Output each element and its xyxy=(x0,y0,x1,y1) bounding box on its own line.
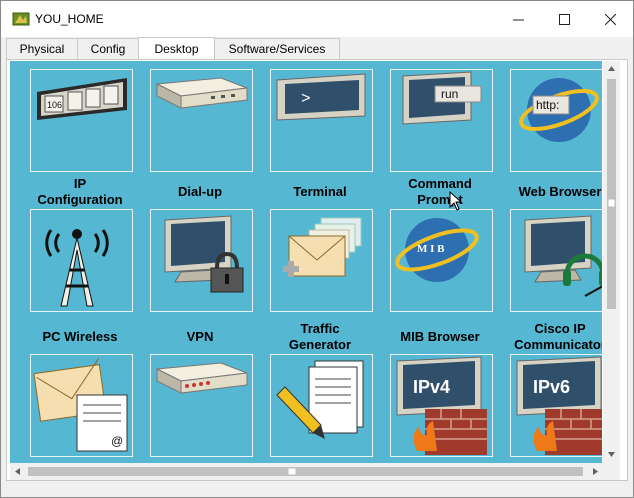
command-prompt-label: Command Prompt xyxy=(408,176,472,207)
cisco-ip-communicator-label: Cisco IP Communicator xyxy=(514,321,602,352)
modem-icon xyxy=(155,77,248,109)
tab-physical[interactable]: Physical xyxy=(6,38,78,59)
email-tile[interactable]: @ xyxy=(30,354,133,457)
horizontal-scroll-thumb xyxy=(28,467,583,476)
traffic-generator-tile[interactable] xyxy=(270,209,373,312)
firewall-ipv4-icon: IPv4 xyxy=(396,356,487,455)
desktop-area: 106 > run http: IP Configuration Dial-up… xyxy=(10,61,602,463)
vpn-icon xyxy=(164,215,244,293)
http-text: http: xyxy=(536,98,559,112)
scroll-up-arrow-icon xyxy=(608,66,615,71)
router-box-icon xyxy=(155,362,248,394)
pppoe-dialer-tile[interactable] xyxy=(150,354,253,457)
minimize-button[interactable] xyxy=(495,1,541,37)
terminal-prompt-text: > xyxy=(301,90,311,108)
terminal-label: Terminal xyxy=(293,184,347,199)
ip-configuration-label: IP Configuration xyxy=(37,176,123,207)
scroll-down-arrow-icon xyxy=(608,452,615,457)
tab-software-services[interactable]: Software/Services xyxy=(214,38,340,59)
packet-tracer-icon xyxy=(12,12,30,26)
terminal-tile[interactable]: > xyxy=(270,69,373,172)
tab-config[interactable]: Config xyxy=(77,38,139,59)
horizontal-scrollbar[interactable] xyxy=(10,463,603,480)
vpn-tile[interactable] xyxy=(150,209,253,312)
firewall-ipv4-tile[interactable]: IPv4 xyxy=(390,354,493,457)
wireless-tower-icon xyxy=(45,229,109,307)
terminal-icon: > xyxy=(276,73,366,121)
vertical-scrollbar-graphic xyxy=(607,66,616,457)
title-bar: YOU_HOME xyxy=(1,1,633,37)
dial-up-label: Dial-up xyxy=(177,184,223,199)
mib-browser-tile[interactable]: M I B xyxy=(390,209,493,312)
ip-configuration-tile[interactable]: 106 xyxy=(30,69,133,172)
traffic-generator-icon xyxy=(283,217,362,277)
ip-sample-text: 106 xyxy=(47,100,62,110)
vertical-scroll-thumb xyxy=(607,79,616,309)
email-icon: @ xyxy=(33,358,128,452)
minimize-icon xyxy=(512,19,524,20)
firewall-ipv6-tile[interactable]: IPv6 xyxy=(510,354,602,457)
app-window: YOU_HOME Physical Config Desktop Softwar… xyxy=(0,0,634,498)
vertical-scroll-marker xyxy=(607,198,616,208)
text-editor-icon xyxy=(276,360,364,439)
tab-desktop[interactable]: Desktop xyxy=(138,37,215,60)
pc-wireless-tile[interactable] xyxy=(30,209,133,312)
command-prompt-tile[interactable]: run xyxy=(390,69,493,172)
at-sign-text: @ xyxy=(111,434,123,448)
maximize-button[interactable] xyxy=(541,1,587,37)
mib-text: M I B xyxy=(417,243,445,255)
vpn-label: VPN xyxy=(186,329,214,344)
pc-wireless-label: PC Wireless xyxy=(42,329,118,344)
scrollbar-corner xyxy=(603,463,620,480)
horizontal-scrollbar-graphic xyxy=(15,467,598,476)
text-editor-tile[interactable] xyxy=(270,354,373,457)
scroll-left-arrow-icon xyxy=(15,468,20,475)
run-text: run xyxy=(441,87,458,101)
mib-browser-icon: M I B xyxy=(395,218,479,282)
close-icon xyxy=(604,13,616,25)
ip-communicator-icon xyxy=(524,215,602,297)
dial-up-tile[interactable] xyxy=(150,69,253,172)
traffic-generator-label: Traffic Generator xyxy=(288,321,352,352)
command-prompt-icon: run xyxy=(402,71,482,125)
mouse-cursor-icon xyxy=(449,191,463,211)
maximize-icon xyxy=(558,13,570,25)
ipv6-text: IPv6 xyxy=(533,377,570,397)
cisco-ip-communicator-tile[interactable] xyxy=(510,209,602,312)
web-browser-label: Web Browser xyxy=(518,184,602,199)
close-button[interactable] xyxy=(587,1,633,37)
scroll-right-arrow-icon xyxy=(593,468,598,475)
vertical-scrollbar[interactable] xyxy=(603,61,620,463)
firewall-ipv6-icon: IPv6 xyxy=(516,356,602,455)
ip-configuration-icon: 106 xyxy=(37,78,127,120)
mib-browser-label: MIB Browser xyxy=(400,329,480,344)
web-browser-icon: http: xyxy=(519,78,599,142)
web-browser-tile[interactable]: http: xyxy=(510,69,602,172)
horizontal-scroll-marker xyxy=(287,467,297,476)
ipv4-text: IPv4 xyxy=(413,377,450,397)
window-title: YOU_HOME xyxy=(35,12,104,26)
